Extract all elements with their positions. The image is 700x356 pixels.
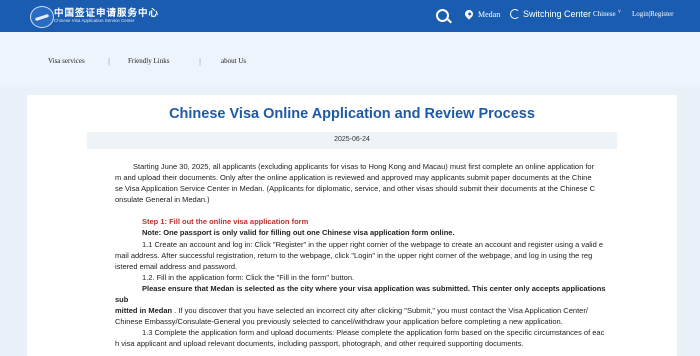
ensure-city-bold: mitted in Medan bbox=[115, 306, 173, 316]
logo-english-text: Chinese Visa Application Service Center bbox=[54, 18, 135, 23]
step-1-2-line: 1.2. Fill in the application form: Click… bbox=[142, 272, 355, 282]
date-band: 2025-06-24 bbox=[87, 132, 617, 149]
ensure-city-line: mitted in Medan . If you discover that y… bbox=[115, 305, 608, 316]
intro-line: m and upload their documents. Only after… bbox=[115, 173, 592, 183]
step-1-3-line: h visa applicant and upload relevant doc… bbox=[115, 339, 524, 349]
top-header: 中国签证申请服务中心 Chinese Visa Application Serv… bbox=[0, 0, 700, 32]
search-icon[interactable] bbox=[436, 9, 449, 22]
switch-icon bbox=[510, 9, 520, 19]
logo-chinese-text: 中国签证申请服务中心 bbox=[54, 8, 160, 19]
ensure-city-line: Please ensure that Medan is selected as … bbox=[115, 283, 606, 305]
intro-line: Starting June 30, 2025, all applicants (… bbox=[133, 162, 595, 171]
step-1-1-line: istered email address and password. bbox=[115, 261, 238, 271]
ensure-city-rest: . If you discover that you have selected… bbox=[172, 306, 588, 316]
chevron-down-icon[interactable]: ˅ bbox=[618, 9, 621, 15]
emblem-logo bbox=[30, 6, 54, 28]
article-card: Chinese Visa Online Application and Revi… bbox=[27, 95, 677, 356]
page-title: Chinese Visa Online Application and Revi… bbox=[169, 106, 535, 122]
switch-center-link[interactable]: Switching Center bbox=[523, 9, 591, 19]
main-nav: Visa services | Friendly Links | about U… bbox=[0, 32, 700, 87]
nav-friendly-links[interactable]: Friendly Links bbox=[128, 57, 169, 65]
login-register-link[interactable]: Login|Register bbox=[632, 10, 673, 18]
language-selector[interactable]: Chinese bbox=[593, 10, 616, 18]
step-1-1-line: 1.1 Create an account and log in: Click … bbox=[142, 239, 604, 249]
current-city[interactable]: Medan bbox=[478, 10, 500, 19]
step-1-1-line: mail address. After successful registrat… bbox=[115, 250, 593, 260]
nav-about-us[interactable]: about Us bbox=[221, 57, 246, 65]
location-pin-icon bbox=[463, 8, 475, 20]
nav-visa-services[interactable]: Visa services bbox=[48, 57, 85, 65]
nav-separator: | bbox=[108, 57, 111, 66]
article-body: Starting June 30, 2025, all applicants (… bbox=[115, 161, 608, 350]
intro-line: se Visa Application Service Center in Me… bbox=[115, 184, 596, 194]
nav-separator: | bbox=[199, 57, 202, 66]
ensure-city-line: Chinese Embassy/Consulate-General you pr… bbox=[115, 317, 563, 327]
publish-date: 2025-06-24 bbox=[334, 136, 370, 143]
step1-heading: Step 1: Fill out the online visa applica… bbox=[142, 217, 309, 227]
step-1-3-line: 1.3 Complete the application form and up… bbox=[142, 328, 605, 338]
passport-note: Note: One passport is only valid for fil… bbox=[142, 228, 455, 238]
intro-line: onsulate General in Medan.) bbox=[115, 195, 210, 205]
